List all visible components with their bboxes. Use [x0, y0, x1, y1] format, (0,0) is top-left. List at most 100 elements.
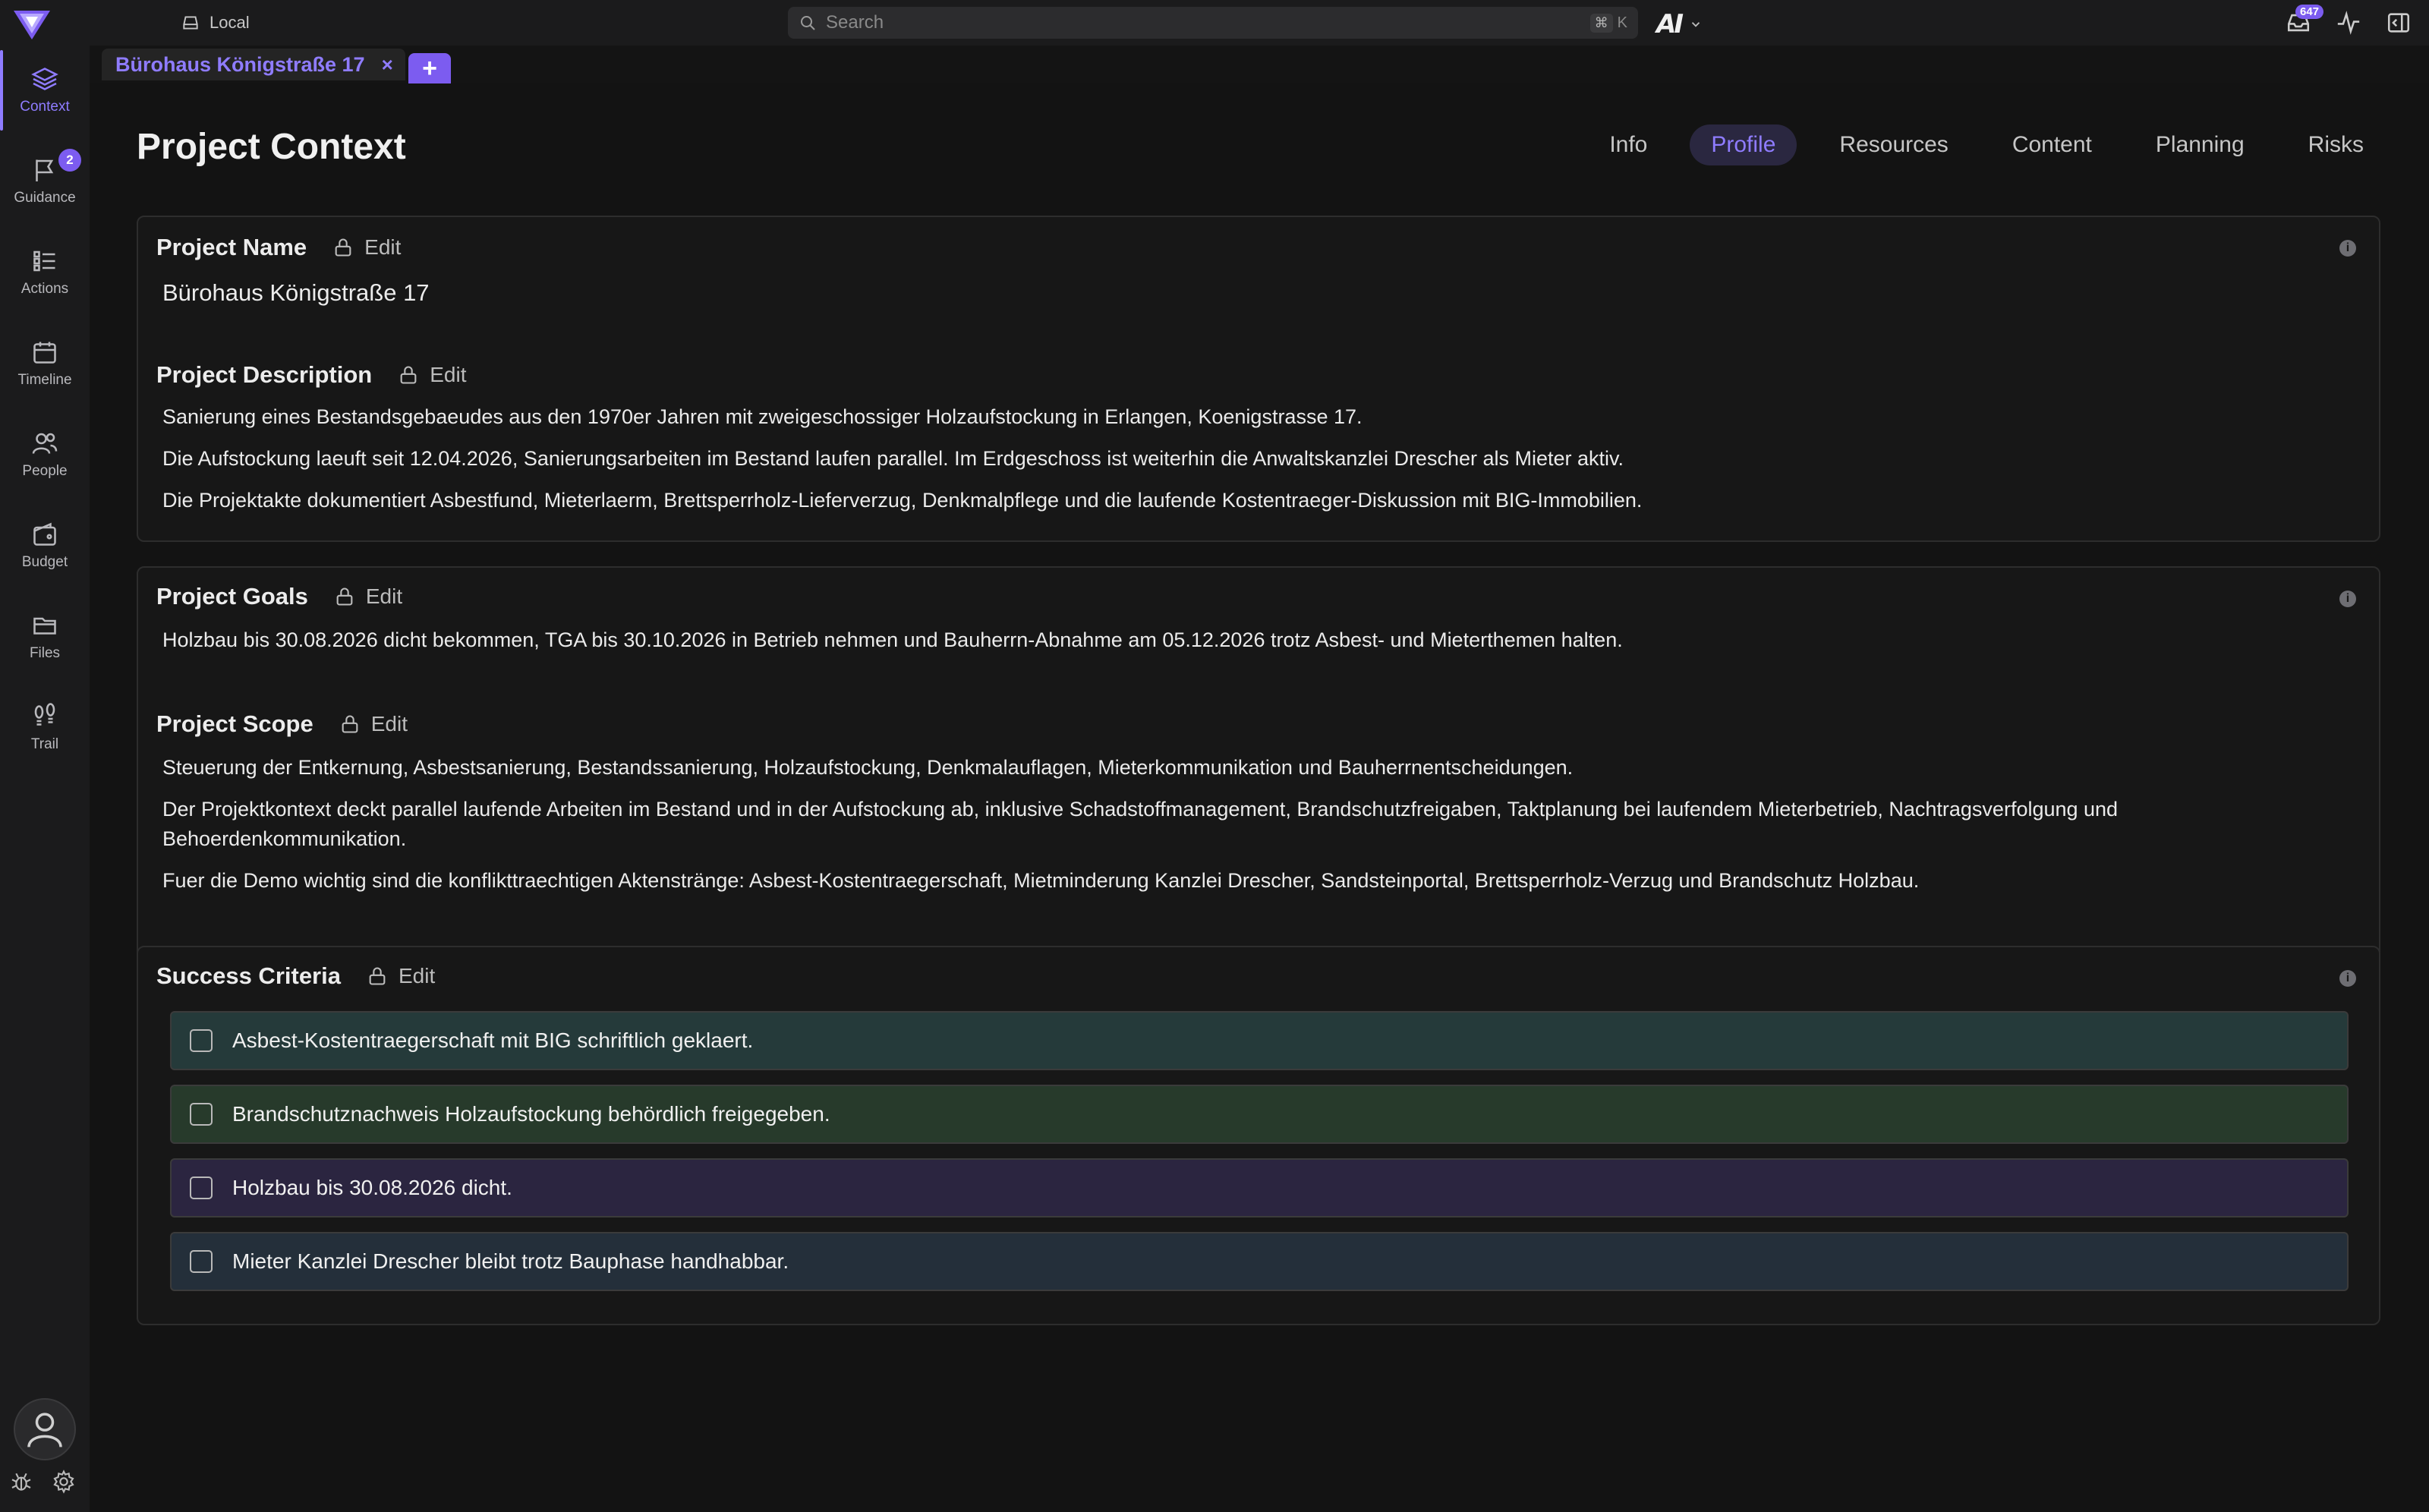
info-icon[interactable]: i: [2339, 240, 2356, 257]
sidebar-item-actions[interactable]: Actions: [0, 231, 90, 314]
sidebar-item-label: Context: [20, 99, 70, 115]
activity-button[interactable]: [2333, 8, 2364, 38]
lock-icon: [342, 715, 358, 733]
project-goals-scope-card: i Project Goals Edit Holzbau bis 30.08.2…: [137, 566, 2380, 1006]
project-name-value: Bürohaus Königstraße 17: [162, 279, 430, 306]
people-icon: [32, 433, 58, 454]
sidebar-item-files[interactable]: Files: [0, 595, 90, 679]
ai-brand-mark: AI: [1656, 9, 1684, 39]
project-identity-card: i Project Name Edit Bürohaus Königstraße…: [137, 216, 2380, 542]
edit-project-description-button[interactable]: Edit: [398, 363, 467, 387]
hard-drive-icon: [183, 16, 198, 30]
criterion-item[interactable]: Mieter Kanzlei Drescher bleibt trotz Bau…: [170, 1232, 2349, 1291]
edit-project-name-button[interactable]: Edit: [332, 235, 401, 260]
document-tab[interactable]: Bürohaus Königstraße 17 ×: [102, 49, 405, 80]
sidebar-item-label: Guidance: [14, 190, 76, 206]
page-title: Project Context: [137, 127, 406, 167]
sidebar-item-label: Trail: [30, 736, 59, 752]
folder-icon: [33, 617, 56, 635]
success-criteria-list: Asbest-Kostentraegerschaft mit BIG schri…: [170, 1011, 2349, 1306]
sidebar-item-label: Files: [29, 645, 61, 661]
success-criteria-card: i Success Criteria Edit Asbest-Kostentra…: [137, 946, 2380, 1325]
checklist-icon: [33, 250, 55, 272]
tab-content[interactable]: Content: [1991, 124, 2113, 165]
success-criteria-header: Success Criteria Edit: [156, 962, 435, 990]
project-goals-text: Holzbau bis 30.08.2026 dicht bekommen, T…: [162, 625, 2318, 667]
sidebar-item-trail[interactable]: Trail: [0, 686, 90, 770]
criterion-item[interactable]: Brandschutznachweis Holzaufstockung behö…: [170, 1085, 2349, 1144]
info-icon[interactable]: i: [2339, 591, 2356, 607]
sidebar-item-label: Budget: [21, 554, 68, 570]
project-scope-header: Project Scope Edit: [156, 710, 408, 738]
sidebar-item-timeline[interactable]: Timeline: [0, 322, 90, 405]
search-input[interactable]: [826, 12, 1581, 33]
sidebar-item-context[interactable]: Context: [0, 49, 90, 132]
gear-icon[interactable]: [52, 1469, 76, 1494]
guidance-count-badge: 2: [58, 149, 81, 172]
inbox-button[interactable]: 647: [2283, 5, 2324, 38]
edit-label: Edit: [370, 712, 408, 736]
edit-label: Edit: [364, 235, 402, 259]
tab-resources[interactable]: Resources: [1818, 124, 1969, 165]
project-name-header: Project Name Edit: [156, 234, 401, 261]
sidebar-item-guidance[interactable]: Guidance 2: [0, 140, 90, 223]
checkbox[interactable]: [190, 1029, 213, 1052]
inbox-count-badge: 647: [2295, 5, 2324, 19]
bug-icon[interactable]: [9, 1469, 33, 1494]
section-title: Project Name: [156, 234, 307, 260]
checkbox[interactable]: [190, 1103, 213, 1126]
lock-icon: [369, 967, 386, 985]
search-icon: [801, 16, 815, 30]
user-avatar[interactable]: [14, 1398, 76, 1460]
criterion-item[interactable]: Holzbau bis 30.08.2026 dicht.: [170, 1158, 2349, 1217]
scope-paragraph: Steuerung der Entkernung, Asbestsanierun…: [162, 756, 1574, 779]
edit-project-goals-button[interactable]: Edit: [334, 584, 402, 609]
activity-icon: [2337, 11, 2360, 35]
section-title: Success Criteria: [156, 962, 341, 989]
tab-risks[interactable]: Risks: [2287, 124, 2385, 165]
tab-planning[interactable]: Planning: [2134, 124, 2266, 165]
close-tab-button[interactable]: ×: [382, 53, 393, 77]
add-tab-button[interactable]: +: [408, 53, 451, 83]
top-bar: Local ⌘ K AI 647: [0, 0, 2429, 46]
project-scope-text: Steuerung der Entkernung, Asbestsanierun…: [162, 753, 2318, 908]
project-description-header: Project Description Edit: [156, 361, 467, 389]
tab-info[interactable]: Info: [1588, 124, 1668, 165]
sidebar-item-label: Timeline: [17, 372, 72, 388]
footprints-icon: [34, 703, 55, 726]
scope-paragraph: Fuer die Demo wichtig sind die konfliktt…: [162, 869, 1920, 892]
info-icon[interactable]: i: [2339, 970, 2356, 987]
checkbox[interactable]: [190, 1250, 213, 1273]
user-icon: [27, 1413, 62, 1447]
project-goals-header: Project Goals Edit: [156, 583, 402, 610]
panel-toggle-button[interactable]: [2383, 8, 2414, 38]
criterion-item[interactable]: Asbest-Kostentraegerschaft mit BIG schri…: [170, 1011, 2349, 1070]
search-bar[interactable]: ⌘ K: [788, 7, 1638, 39]
app-logo-icon[interactable]: [12, 6, 52, 43]
top-right-actions: 647: [2283, 3, 2414, 43]
edit-success-criteria-button[interactable]: Edit: [367, 964, 435, 988]
lock-icon: [400, 366, 417, 384]
project-description-text: Sanierung eines Bestandsgebaeudes aus de…: [162, 402, 2318, 528]
workspace-selector[interactable]: Local: [181, 11, 250, 35]
description-paragraph: Die Projektakte dokumentiert Asbestfund,…: [162, 489, 1643, 512]
layers-icon: [31, 68, 58, 90]
sidebar-item-label: People: [22, 463, 68, 479]
checkbox[interactable]: [190, 1177, 213, 1199]
ai-model-selector[interactable]: AI: [1656, 9, 1703, 39]
chevron-down-icon: [1691, 22, 1700, 27]
sidebar-item-budget[interactable]: Budget: [0, 504, 90, 587]
tab-profile[interactable]: Profile: [1690, 124, 1797, 165]
scope-paragraph: Der Projektkontext deckt parallel laufen…: [162, 798, 2119, 850]
main-content: Project Context Info Profile Resources C…: [90, 83, 2429, 1512]
edit-project-scope-button[interactable]: Edit: [339, 712, 408, 736]
sidebar-item-people[interactable]: People: [0, 413, 90, 496]
edit-label: Edit: [430, 363, 467, 386]
sidebar-panel-icon: [2387, 13, 2410, 33]
description-paragraph: Die Aufstockung laeuft seit 12.04.2026, …: [162, 447, 1624, 470]
sidebar-footer: [9, 1469, 76, 1494]
section-title: Project Scope: [156, 710, 313, 737]
document-tab-strip: Bürohaus Königstraße 17 × +: [90, 46, 2429, 83]
command-key: ⌘: [1589, 13, 1613, 33]
document-tab-title: Bürohaus Königstraße 17: [115, 52, 365, 76]
